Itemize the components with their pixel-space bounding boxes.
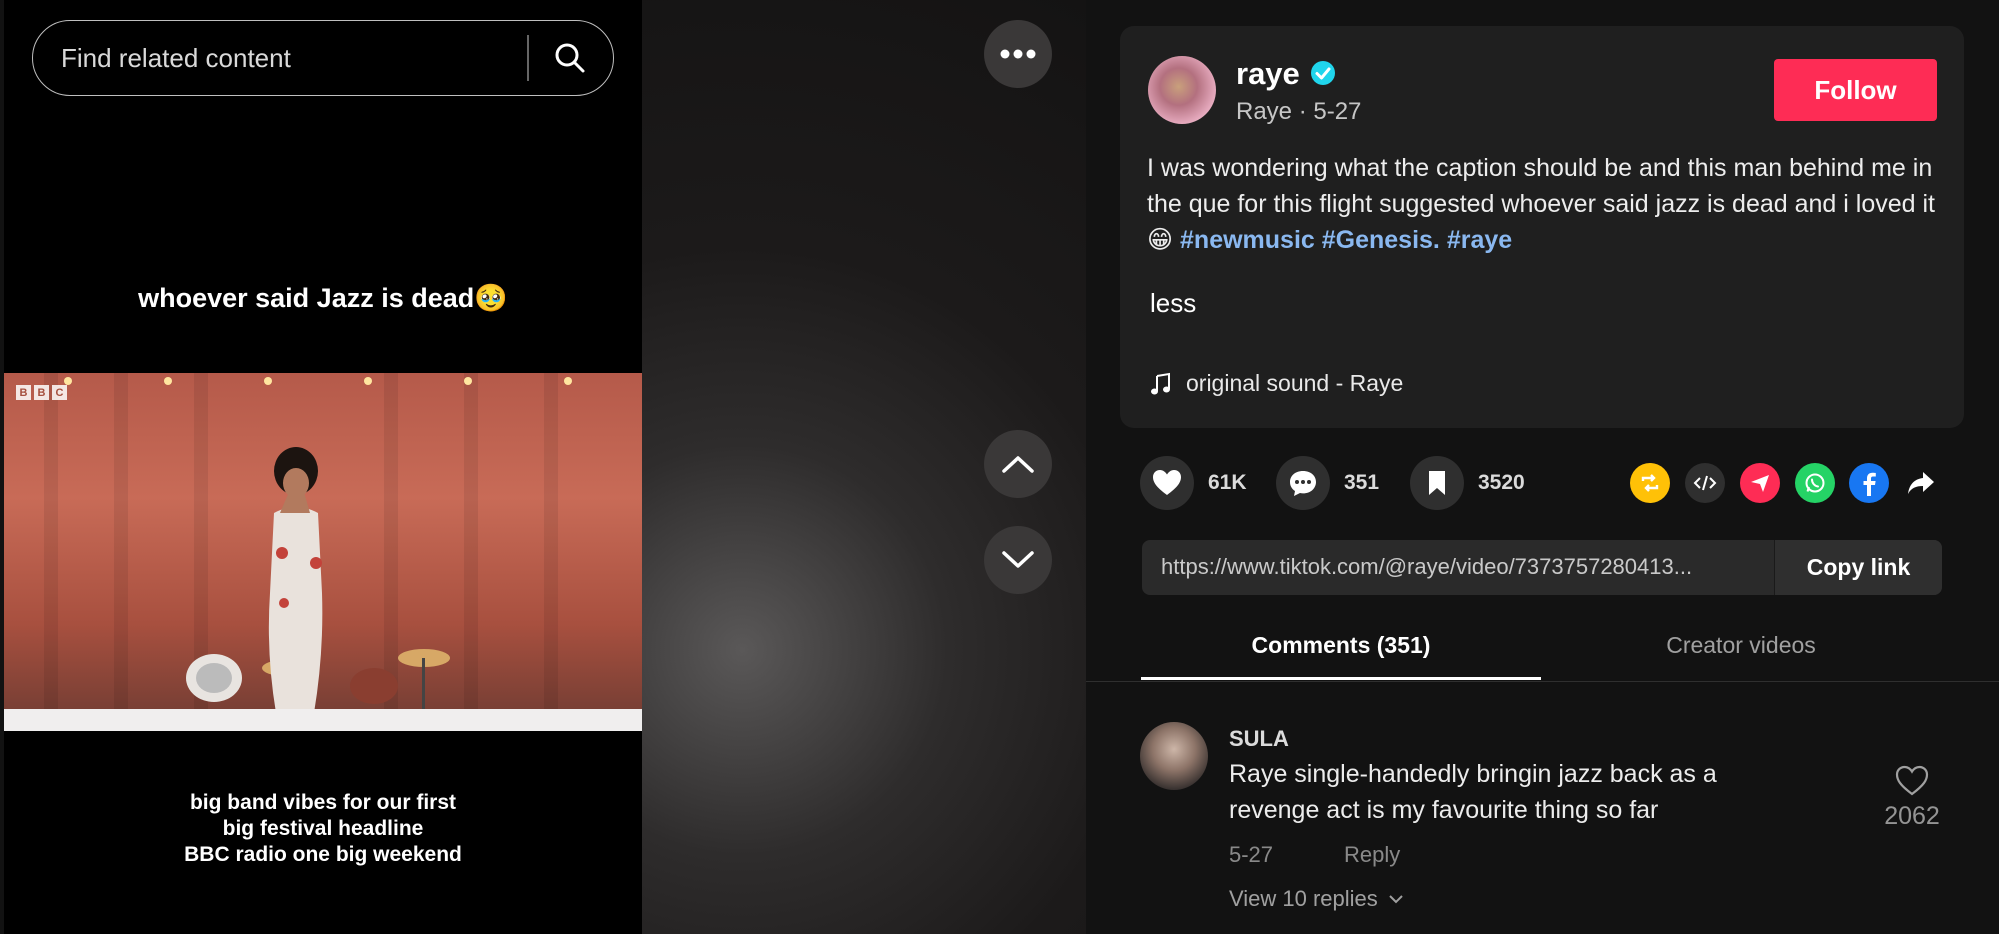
author-name[interactable]: raye xyxy=(1236,56,1300,92)
facebook-glyph xyxy=(1863,472,1876,496)
repost-glyph xyxy=(1641,474,1659,492)
bbc-logo-letter: B xyxy=(16,385,31,400)
caption-line: big festival headline xyxy=(222,817,424,840)
copy-link-button[interactable]: Copy link xyxy=(1774,540,1942,595)
bbc-logo-letter: B xyxy=(34,385,49,400)
comment-reply-button[interactable]: Reply xyxy=(1344,842,1400,868)
search-divider xyxy=(527,35,529,81)
video-frame[interactable]: B B C xyxy=(4,373,642,731)
stage-light xyxy=(64,377,72,385)
facebook-icon[interactable] xyxy=(1849,463,1889,503)
curtain-stripe xyxy=(44,373,58,731)
comment-like-count: 2062 xyxy=(1884,802,1940,830)
more-horizontal-icon xyxy=(1000,49,1036,59)
video-overlay-title: whoever said Jazz is dead🥹 xyxy=(138,283,508,313)
caption-line: BBC radio one big weekend xyxy=(184,843,462,866)
like-circle xyxy=(1140,456,1194,510)
curtain-stripe xyxy=(544,373,558,731)
follow-button[interactable]: Follow xyxy=(1774,59,1937,121)
stage-light xyxy=(364,377,372,385)
heart-icon xyxy=(1153,470,1181,495)
hashtag-link[interactable]: #raye xyxy=(1447,226,1512,254)
more-options-button[interactable] xyxy=(984,20,1052,88)
send-glyph xyxy=(1751,475,1769,492)
comment-like-heart-icon[interactable] xyxy=(1895,764,1929,798)
caption-line: big band vibes for our first xyxy=(189,791,457,814)
bbc-logo-letter: C xyxy=(52,385,67,400)
comment-date: 5-27 xyxy=(1229,842,1274,867)
embed-code-icon[interactable] xyxy=(1685,463,1725,503)
blurred-background xyxy=(642,0,1086,934)
search-icon xyxy=(555,43,585,73)
comment-author-avatar[interactable] xyxy=(1140,722,1208,790)
like-count: 61K xyxy=(1208,471,1247,494)
like-button[interactable]: 61K xyxy=(1140,456,1247,510)
tabs-divider xyxy=(1086,681,1999,682)
author-avatar[interactable] xyxy=(1148,56,1216,124)
previous-video-button[interactable] xyxy=(984,430,1052,498)
video-link-url[interactable]: https://www.tiktok.com/@raye/video/73737… xyxy=(1161,554,1771,580)
music-link[interactable]: original sound - Raye xyxy=(1150,370,1403,397)
next-video-button[interactable] xyxy=(984,526,1052,594)
stage-floor xyxy=(4,709,642,731)
curtain-stripe xyxy=(114,373,128,731)
music-title: original sound - Raye xyxy=(1186,370,1404,396)
description-card: raye Raye · 5-27 Follow I was wondering … xyxy=(1120,26,1964,428)
collapse-description-button[interactable]: less xyxy=(1150,288,1196,319)
bookmark-icon xyxy=(1429,471,1445,495)
save-count: 3520 xyxy=(1478,471,1525,494)
whatsapp-icon[interactable] xyxy=(1795,463,1835,503)
verified-badge-icon xyxy=(1311,61,1335,85)
search-input[interactable] xyxy=(59,37,523,79)
repost-icon[interactable] xyxy=(1630,463,1670,503)
stage-light xyxy=(564,377,572,385)
bbc-logo: B B C xyxy=(16,385,67,400)
video-overlay-caption: big band vibes for our first big festiva… xyxy=(4,790,642,868)
stage-light xyxy=(264,377,272,385)
chevron-down-icon xyxy=(1002,551,1034,568)
hashtag-link[interactable]: #newmusic xyxy=(1180,226,1315,254)
chevron-up-icon xyxy=(1002,456,1034,473)
author-meta: Raye · 5-27 xyxy=(1236,98,1362,125)
comment-text: Raye single-handedly bringin jazz back a… xyxy=(1229,760,1717,824)
view-replies-button[interactable]: View 10 replies xyxy=(1229,886,1404,912)
stage-light xyxy=(464,377,472,385)
tab-comments[interactable]: Comments (351) xyxy=(1141,632,1541,659)
share-arrow-glyph xyxy=(1908,472,1934,494)
search-bar xyxy=(32,20,614,96)
whatsapp-glyph xyxy=(1805,473,1825,493)
chevron-down-icon xyxy=(1389,895,1403,904)
comment-circle xyxy=(1276,456,1330,510)
video-player[interactable]: whoever said Jazz is dead🥹 B B C xyxy=(4,0,642,934)
save-button[interactable]: 3520 xyxy=(1410,456,1525,510)
search-button[interactable] xyxy=(543,33,597,83)
embed-glyph xyxy=(1693,475,1717,491)
comment-count: 351 xyxy=(1344,471,1380,494)
details-panel: raye Raye · 5-27 Follow I was wondering … xyxy=(1086,0,1999,934)
save-circle xyxy=(1410,456,1464,510)
send-to-friends-icon[interactable] xyxy=(1740,463,1780,503)
comment-author-name[interactable]: SULA xyxy=(1229,726,1289,752)
video-link-box: https://www.tiktok.com/@raye/video/73737… xyxy=(1142,540,1942,595)
comment-button[interactable]: 351 xyxy=(1276,456,1379,510)
tab-creator-videos[interactable]: Creator videos xyxy=(1541,632,1941,659)
stage-light xyxy=(164,377,172,385)
hashtag-link[interactable]: #Genesis. xyxy=(1322,226,1440,254)
share-arrow-icon[interactable] xyxy=(1901,463,1941,503)
view-replies-label: View 10 replies xyxy=(1229,886,1378,911)
active-tab-indicator xyxy=(1141,677,1541,680)
music-note-icon xyxy=(1151,372,1170,394)
singer-illustration xyxy=(268,447,323,713)
comment-icon xyxy=(1290,471,1316,496)
post-description: I was wondering what the caption should … xyxy=(1147,150,1937,258)
